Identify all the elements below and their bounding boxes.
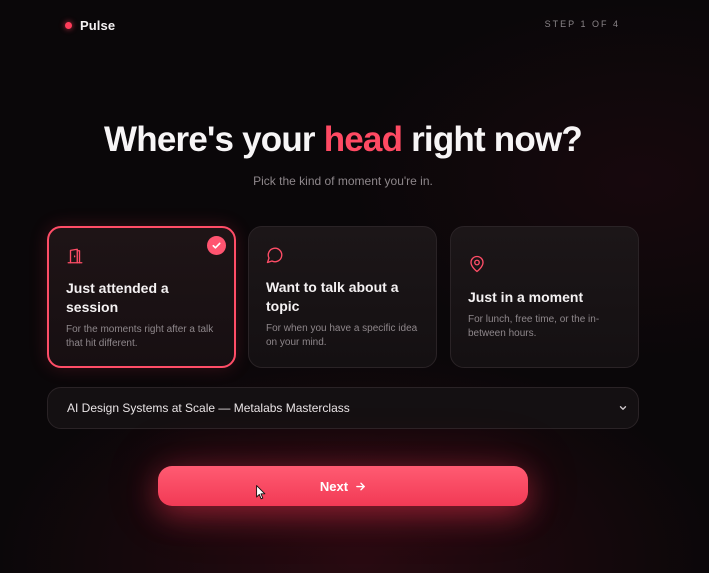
chat-bubble-icon (266, 246, 284, 264)
chevron-down-icon (618, 403, 628, 413)
map-pin-icon (468, 255, 486, 273)
title-part-before: Where's your (104, 120, 324, 159)
page-subtitle: Pick the kind of moment you're in. (253, 174, 433, 188)
option-description: For lunch, free time, or the in-between … (468, 314, 600, 339)
next-button-label: Next (319, 478, 349, 494)
title-accent-word: head (323, 120, 403, 159)
brand-name: Pulse (80, 17, 116, 33)
session-select[interactable]: AI Design Systems at Scale — Metalabs Ma… (47, 387, 639, 429)
brand-logo[interactable]: Pulse (65, 16, 115, 34)
option-card-topic[interactable]: Want to talk about a topic For when you … (248, 226, 437, 368)
session-select-value: AI Design Systems at Scale — Metalabs Ma… (67, 401, 350, 415)
next-button[interactable]: Next (158, 466, 528, 506)
option-card-session[interactable]: Just attended a session For the moments … (47, 226, 236, 368)
option-title: Just attended a session (66, 280, 169, 315)
option-title: Just in a moment (468, 289, 584, 305)
option-title: Want to talk about a topic (266, 279, 399, 314)
title-part-after: right now? (402, 120, 583, 159)
option-description: For the moments right after a talk that … (66, 324, 214, 349)
selected-check-icon (207, 236, 226, 255)
option-description: For when you have a specific idea on you… (266, 323, 418, 348)
door-icon (66, 247, 84, 265)
page-title: Where's your head right now? (0, 120, 686, 160)
step-indicator: STEP 1 OF 4 (544, 19, 620, 29)
arrow-right-icon (355, 481, 366, 492)
option-card-moment[interactable]: Just in a moment For lunch, free time, o… (450, 226, 639, 368)
brand-dot-icon (65, 21, 72, 29)
